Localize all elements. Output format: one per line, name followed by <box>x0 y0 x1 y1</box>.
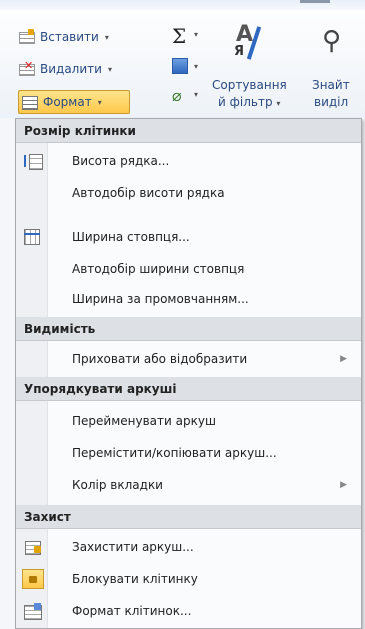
section-header-visibility: Видимість <box>16 317 361 341</box>
menu-item-label: Ширина за промовчанням... <box>72 292 249 306</box>
column-width-icon <box>24 229 42 245</box>
ribbon-top-dash <box>300 0 330 3</box>
menu-item-column-width[interactable]: Ширина стовпця... <box>16 223 361 251</box>
menu-item-label: Приховати або відобразити <box>72 352 248 366</box>
find-select-icon[interactable]: ⚲ <box>318 22 358 66</box>
menu-item-label: Автодобір ширини стовпця <box>72 262 245 276</box>
sort-filter-icon[interactable]: А Я <box>232 22 272 66</box>
delete-label: Видалити <box>40 62 102 76</box>
chevron-down-icon[interactable]: ▾ <box>194 30 198 39</box>
format-label: Формат <box>43 95 92 109</box>
fill-icon[interactable] <box>172 58 188 74</box>
menu-item-protect-sheet[interactable]: Захистити аркуш... <box>16 533 361 561</box>
find-select-label[interactable]: Знайт <box>312 78 350 92</box>
find-select-label-line2[interactable]: виділ <box>314 95 348 109</box>
clear-eraser-icon[interactable]: ⌀ <box>172 86 182 105</box>
chevron-down-icon: ▾ <box>107 64 112 74</box>
cells-group: Вставити ▾ Видалити ▾ <box>18 26 158 80</box>
menu-item-label: Колір вкладки <box>72 478 163 492</box>
menu-item-label: Блокувати клітинку <box>72 572 198 586</box>
menu-item-default-width[interactable]: Ширина за промовчанням... <box>16 285 361 313</box>
insert-cells-icon <box>18 29 36 45</box>
menu-item-move-copy-sheet[interactable]: Перемістити/копіювати аркуш... <box>16 439 361 467</box>
menu-item-label: Захистити аркуш... <box>72 540 194 554</box>
menu-item-autofit-column-width[interactable]: Автодобір ширини стовпця <box>16 255 361 283</box>
menu-item-rename-sheet[interactable]: Перейменувати аркуш <box>16 407 361 435</box>
ribbon-top-border <box>0 0 365 10</box>
insert-button[interactable]: Вставити ▾ <box>18 26 158 48</box>
ribbon: Вставити ▾ Видалити ▾ Формат ▾ Σ ▾ ▾ ⌀ ▾… <box>0 0 365 118</box>
format-cells-icon <box>24 603 42 620</box>
row-height-icon <box>24 153 43 170</box>
chevron-down-icon[interactable]: ▾ <box>194 62 198 71</box>
menu-item-label: Ширина стовпця... <box>72 230 190 244</box>
chevron-down-icon: ▾ <box>97 97 102 107</box>
menu-item-label: Перейменувати аркуш <box>72 414 216 428</box>
section-header-cell-size: Розмір клітинки <box>16 119 361 143</box>
chevron-down-icon[interactable]: ▾ <box>194 90 198 99</box>
sort-filter-label-line2[interactable]: й фільтр ▾ <box>218 95 280 109</box>
menu-item-lock-cell[interactable]: Блокувати клітинку <box>16 565 361 593</box>
protect-sheet-icon <box>24 539 42 555</box>
submenu-arrow-icon: ▶ <box>340 480 347 490</box>
menu-item-label: Висота рядка... <box>72 154 170 168</box>
menu-item-label: Автодобір висоти рядка <box>72 186 225 200</box>
autosum-icon[interactable]: Σ <box>172 24 186 48</box>
insert-label: Вставити <box>40 30 99 44</box>
format-button[interactable]: Формат ▾ <box>18 90 130 114</box>
delete-cells-icon <box>18 59 36 77</box>
submenu-arrow-icon: ▶ <box>340 354 347 364</box>
section-header-organize-sheets: Упорядкувати аркуші <box>16 377 361 401</box>
section-header-protection: Захист <box>16 505 361 529</box>
chevron-down-icon: ▾ <box>104 32 109 42</box>
sort-filter-label[interactable]: Сортування <box>212 78 287 92</box>
menu-item-label: Формат клітинок... <box>72 604 192 618</box>
lock-icon <box>22 569 44 589</box>
menu-item-format-cells[interactable]: Формат клітинок... <box>16 597 361 625</box>
menu-item-label: Перемістити/копіювати аркуш... <box>72 446 277 460</box>
format-icon <box>21 94 39 110</box>
menu-item-autofit-row-height[interactable]: Автодобір висоти рядка <box>16 179 361 207</box>
delete-button[interactable]: Видалити ▾ <box>18 58 158 80</box>
menu-item-row-height[interactable]: Висота рядка... <box>16 147 361 175</box>
menu-item-hide-unhide[interactable]: Приховати або відобразити ▶ <box>16 345 361 373</box>
menu-item-tab-color[interactable]: Колір вкладки ▶ <box>16 471 361 499</box>
format-dropdown-menu: Розмір клітинки Висота рядка... Автодобі… <box>15 118 362 629</box>
